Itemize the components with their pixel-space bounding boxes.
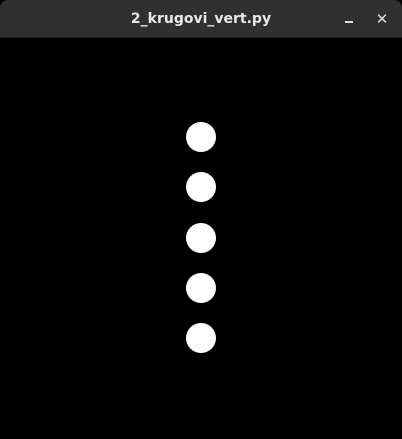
title-bar[interactable]: 2_krugovi_vert.py ✕ — [0, 0, 402, 38]
white-circle — [186, 172, 216, 202]
close-icon: ✕ — [375, 10, 389, 28]
app-window: 2_krugovi_vert.py ✕ — [0, 0, 402, 439]
white-circle — [186, 122, 216, 152]
minimize-icon — [345, 21, 353, 23]
close-button[interactable]: ✕ — [371, 8, 393, 30]
minimize-button[interactable] — [338, 8, 360, 30]
white-circle — [186, 273, 216, 303]
white-circle — [186, 223, 216, 253]
drawing-canvas — [0, 38, 402, 439]
white-circle — [186, 323, 216, 353]
